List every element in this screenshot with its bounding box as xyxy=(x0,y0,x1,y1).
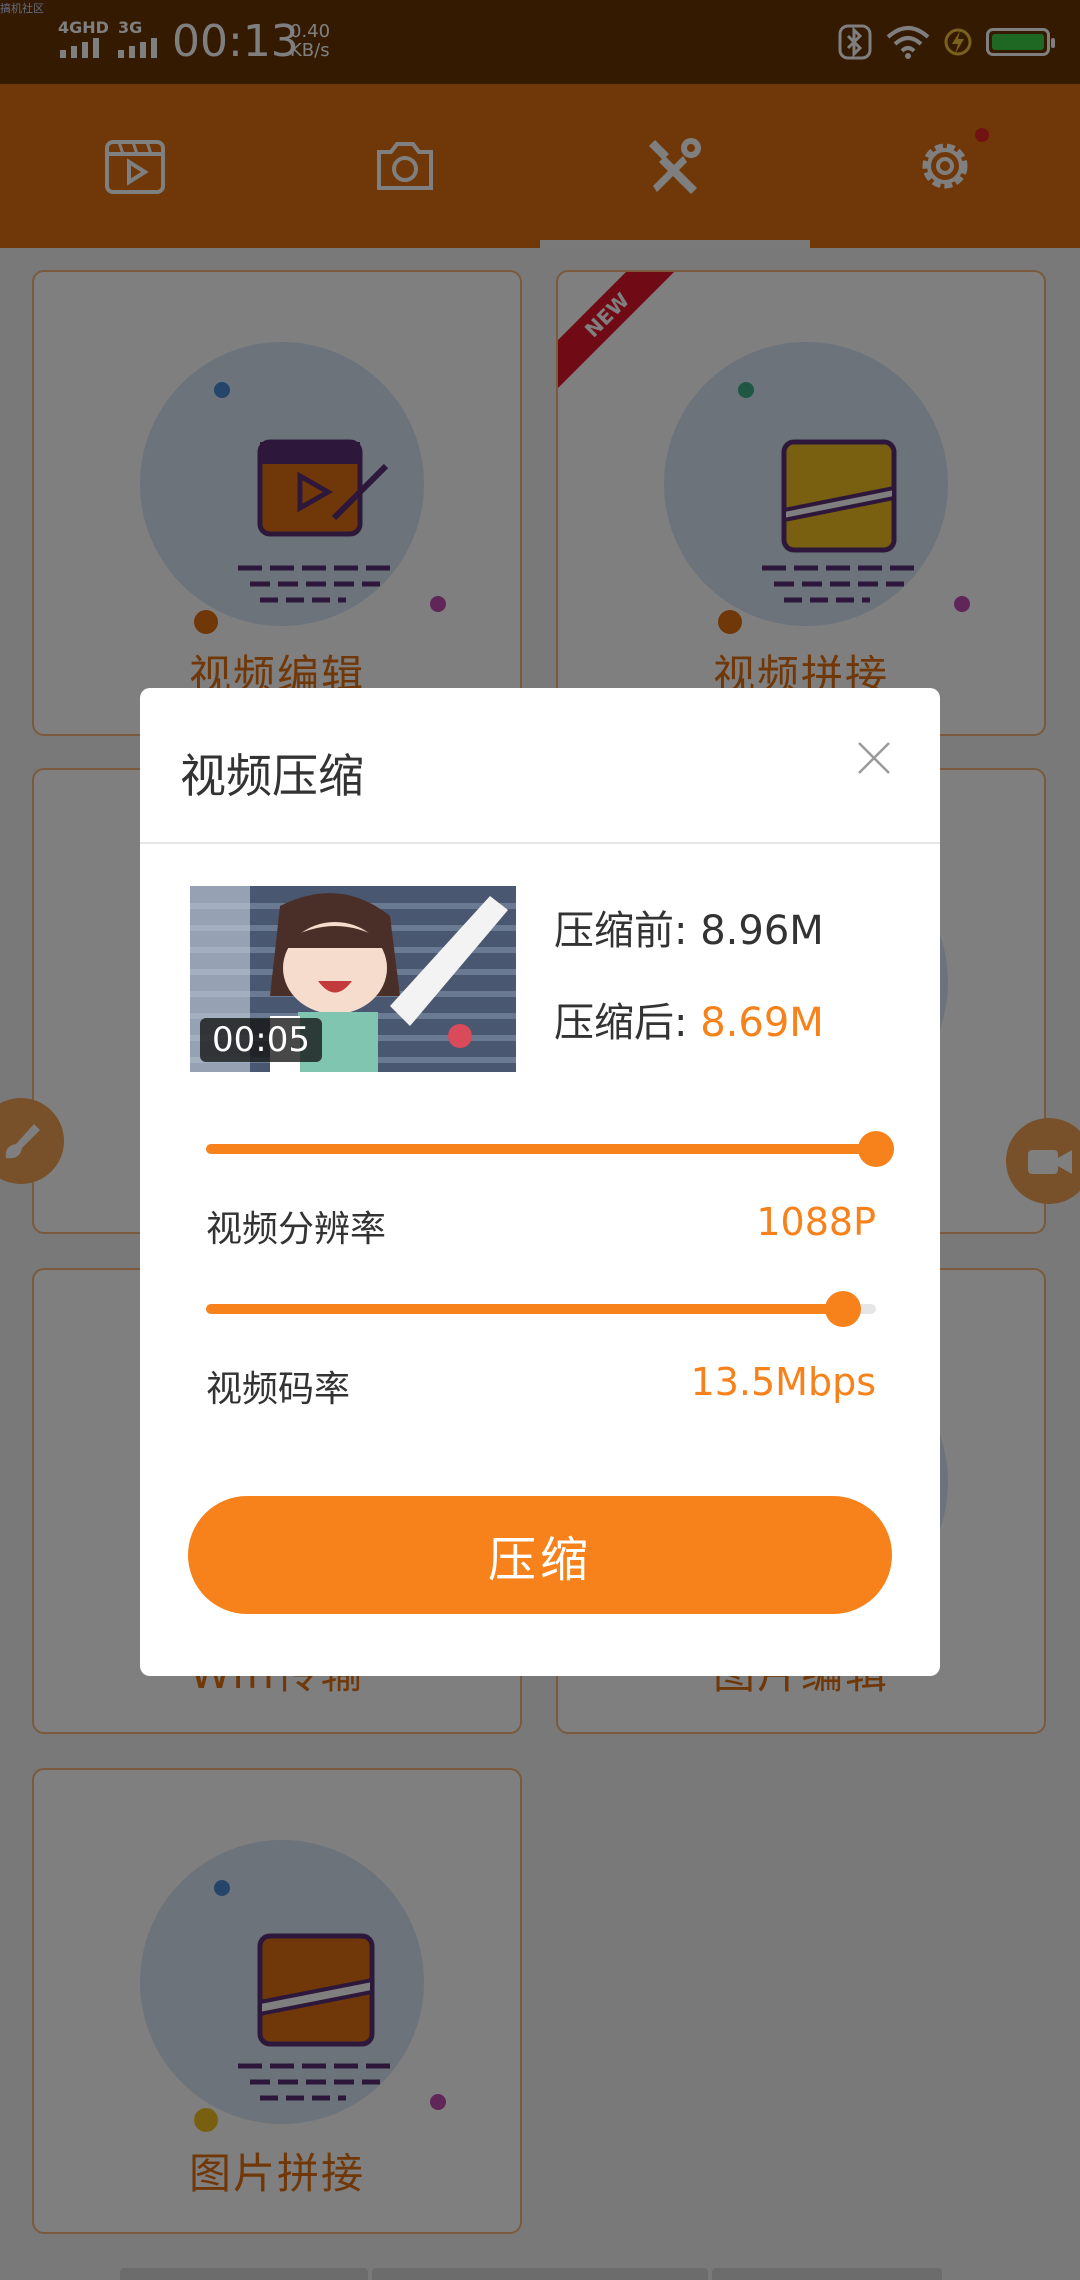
resolution-slider-handle[interactable] xyxy=(858,1131,894,1167)
size-after-label: 压缩后: xyxy=(554,1000,688,1046)
bitrate-slider[interactable] xyxy=(206,1291,876,1327)
size-after-value: 8.69M xyxy=(700,1000,824,1046)
compress-button[interactable]: 压缩 xyxy=(188,1496,892,1614)
bitrate-label: 视频码率 xyxy=(206,1369,351,1410)
resolution-slider-fill xyxy=(206,1144,876,1154)
resolution-value: 1088P xyxy=(756,1200,876,1244)
video-compress-dialog: 视频压缩 00:05 压缩前: 8.96M 压缩后: 8.69M 视频分辨率 1… xyxy=(140,688,940,1676)
size-before-value: 8.96M xyxy=(700,908,824,954)
size-before-label: 压缩前: xyxy=(554,908,688,954)
size-before-row: 压缩前: 8.96M xyxy=(554,898,824,956)
resolution-label: 视频分辨率 xyxy=(206,1209,387,1250)
size-after-row: 压缩后: 8.69M xyxy=(554,990,824,1048)
video-thumbnail: 00:05 xyxy=(190,886,516,1072)
video-duration: 00:05 xyxy=(200,1018,322,1062)
bitrate-value: 13.5Mbps xyxy=(690,1360,876,1404)
bitrate-slider-handle[interactable] xyxy=(824,1291,861,1327)
bitrate-slider-fill xyxy=(206,1304,843,1314)
resolution-slider[interactable] xyxy=(206,1131,894,1167)
dialog-divider xyxy=(140,842,940,844)
close-icon[interactable] xyxy=(856,740,892,776)
dialog-title: 视频压缩 xyxy=(180,749,364,803)
